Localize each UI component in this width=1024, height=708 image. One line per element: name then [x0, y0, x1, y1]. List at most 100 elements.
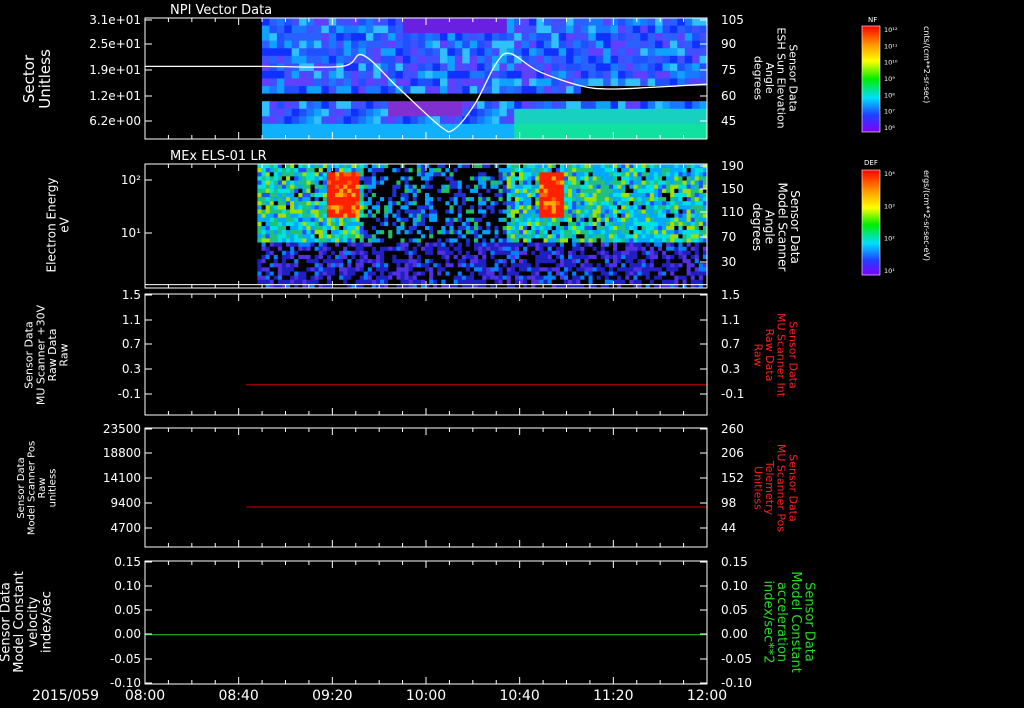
heatmap-cell — [314, 221, 320, 227]
heatmap-cell — [555, 172, 561, 177]
heatmap-cell — [686, 213, 692, 219]
heatmap-cell — [641, 259, 647, 264]
heatmap-cell — [566, 93, 575, 102]
heatmap-cell — [359, 164, 365, 169]
heatmap-cell — [690, 176, 696, 181]
heatmap-cell — [690, 275, 696, 281]
heatmap-cell — [298, 213, 303, 219]
heatmap-cell — [600, 217, 606, 223]
heatmap-cell — [371, 192, 377, 198]
heatmap-cell — [375, 197, 381, 202]
heatmap-cell — [694, 242, 700, 247]
heatmap-cell — [523, 188, 528, 194]
heatmap-cell — [482, 192, 487, 198]
heatmap-cell — [592, 254, 598, 260]
heatmap-cell — [257, 192, 262, 198]
heatmap-cell — [290, 184, 295, 190]
heatmap-cell — [486, 242, 491, 247]
heatmap-cell — [306, 172, 311, 177]
heatmap-cell — [576, 164, 581, 169]
heatmap-cell — [621, 230, 626, 235]
heatmap-cell — [336, 86, 345, 95]
heatmap-cell — [367, 267, 373, 272]
heatmap-cell — [653, 172, 659, 177]
heatmap-cell — [486, 246, 491, 252]
heatmap-cell — [351, 213, 356, 219]
heatmap-cell — [351, 116, 359, 125]
heatmap-cell — [410, 123, 419, 133]
heatmap-cell — [269, 279, 275, 285]
heatmap-cell — [380, 48, 389, 57]
heatmap-cell — [454, 40, 463, 49]
heatmap-cell — [412, 279, 418, 285]
heatmap-cell — [625, 55, 634, 64]
heatmap-cell — [367, 238, 373, 243]
heatmap-cell — [666, 168, 671, 173]
heatmap-cell — [684, 116, 693, 125]
heatmap-cell — [519, 226, 524, 231]
heatmap-cell — [392, 180, 397, 185]
heatmap-cell — [551, 188, 557, 194]
heatmap-cell — [604, 234, 610, 239]
heatmap-cell — [608, 205, 614, 210]
heatmap-cell — [412, 176, 418, 181]
heatmap-cell — [563, 234, 569, 239]
heatmap-cell — [580, 25, 589, 34]
heatmap-cell — [290, 168, 295, 173]
heatmap-cell — [494, 184, 499, 190]
heatmap-cell — [420, 275, 426, 281]
ytick-label: 4700 — [110, 521, 141, 535]
heatmap-cell — [621, 279, 626, 285]
heatmap-cell — [306, 180, 311, 185]
heatmap-cell — [502, 192, 508, 198]
heatmap-cell — [416, 209, 422, 214]
panel-els-title: MEx ELS-01 LR — [170, 149, 267, 164]
heatmap-cell — [653, 271, 659, 276]
heatmap-cell — [437, 246, 442, 252]
heatmap-cell — [613, 209, 618, 214]
heatmap-cell — [686, 238, 692, 243]
heatmap-cell — [666, 246, 671, 252]
heatmap-cell — [384, 254, 389, 260]
heatmap-cell — [527, 180, 532, 185]
heatmap-cell — [633, 242, 638, 247]
heatmap-cell — [351, 180, 356, 185]
heatmap-cell — [514, 176, 520, 181]
heatmap-cell — [306, 25, 315, 34]
heatmap-cell — [404, 226, 409, 231]
heatmap-cell — [453, 164, 459, 169]
heatmap-cell — [658, 221, 663, 227]
heatmap-cell — [658, 168, 663, 173]
heatmap-cell — [584, 205, 589, 210]
heatmap-cell — [408, 201, 414, 206]
heatmap-cell — [559, 197, 565, 202]
heatmap-cell — [506, 209, 512, 214]
heatmap-cell — [662, 279, 667, 285]
heatmap-cell — [269, 242, 275, 247]
heatmap-cell — [580, 168, 585, 173]
heatmap-cell — [662, 116, 671, 125]
heatmap-cell — [461, 234, 467, 239]
heatmap-cell — [613, 172, 618, 177]
heatmap-cell — [506, 108, 515, 117]
heatmap-cell — [551, 108, 560, 117]
heatmap-cell — [445, 267, 450, 272]
heatmap-cell — [417, 55, 426, 64]
heatmap-cell — [474, 226, 479, 231]
heatmap-cell — [662, 221, 667, 227]
heatmap-cell — [314, 168, 320, 173]
heatmap-cell — [535, 238, 540, 243]
heatmap-cell — [457, 279, 463, 285]
heatmap-cell — [595, 55, 604, 64]
heatmap-cell — [276, 70, 285, 80]
heatmap-cell — [339, 192, 344, 198]
heatmap-cell — [457, 246, 463, 252]
y2tick-label: 1.1 — [721, 313, 740, 327]
heatmap-cell — [416, 279, 422, 285]
heatmap-cell — [506, 263, 512, 268]
heatmap-cell — [396, 263, 401, 268]
heatmap-cell — [588, 48, 597, 57]
heatmap-cell — [694, 188, 700, 194]
y2tick-label: 105 — [721, 13, 744, 27]
heatmap-cell — [535, 267, 540, 272]
